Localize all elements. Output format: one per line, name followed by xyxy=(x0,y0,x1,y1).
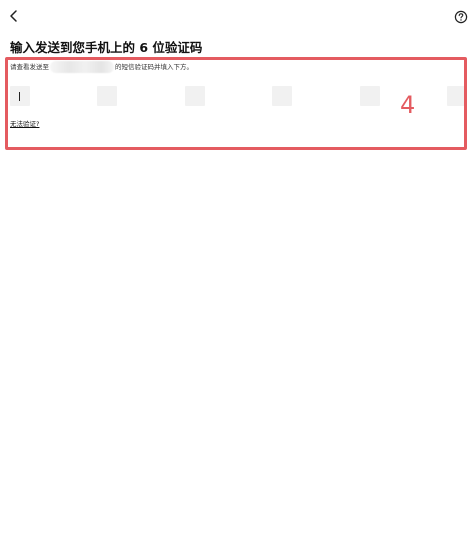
chevron-left-icon xyxy=(10,10,17,22)
page-title: 输入发送到您手机上的 6 位验证码 xyxy=(10,40,203,55)
back-button[interactable] xyxy=(6,8,22,24)
annotation-highlight-box xyxy=(5,57,467,150)
annotation-label: 4 xyxy=(400,91,416,119)
help-button[interactable] xyxy=(454,9,468,24)
question-circle-icon xyxy=(454,10,468,24)
